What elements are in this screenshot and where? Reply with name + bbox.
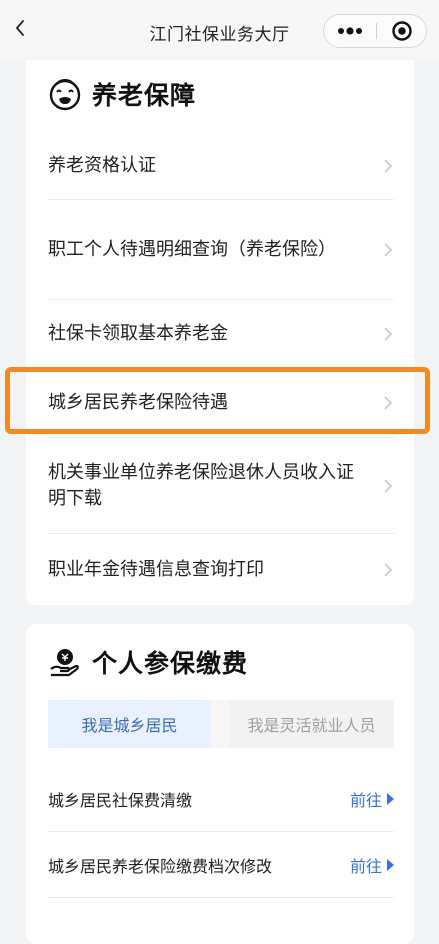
- payment-card: 个人参保缴费 我是城乡居民 我是灵活就业人员 城乡居民社保费清缴 前往 城乡居民…: [26, 624, 414, 944]
- menu-item-social-card-pension[interactable]: 社保卡领取基本养老金: [48, 300, 394, 368]
- chevron-right-icon: [384, 158, 393, 173]
- menu-item-label: 社保卡领取基本养老金: [48, 322, 228, 344]
- triangle-right-icon: [387, 858, 394, 871]
- payment-section-title: 个人参保缴费: [92, 649, 249, 678]
- go-link-label: 前往: [349, 856, 382, 876]
- menu-item-retiree-income-certificate[interactable]: 机关事业单位养老保险退休人员收入证明下载: [48, 438, 394, 534]
- hand-coin-icon: [50, 649, 79, 677]
- go-link[interactable]: 前往: [350, 853, 394, 877]
- chevron-right-icon: [384, 326, 393, 341]
- menu-item-label: 职业年金待遇信息查询打印: [48, 559, 264, 580]
- more-button[interactable]: [324, 15, 376, 47]
- menu-item-label: 职工个人待遇明细查询（养老保险）: [48, 238, 336, 260]
- pay-row-contribution-level[interactable]: 城乡居民养老保险缴费档次修改 前往: [48, 832, 394, 898]
- triangle-right-icon: [387, 792, 394, 805]
- capsule-close-icon: [392, 21, 412, 41]
- tab-flexible-employee[interactable]: 我是灵活就业人员: [229, 700, 394, 748]
- payment-section-header: 个人参保缴费: [48, 642, 248, 682]
- menu-item-label: 养老资格认证: [48, 154, 156, 176]
- pay-row-label: 城乡居民社保费清缴: [48, 790, 193, 810]
- pension-section-title: 养老保障: [92, 81, 197, 110]
- pension-section-header: 养老保障: [48, 74, 196, 114]
- elder-face-icon: [49, 79, 81, 111]
- mini-program-capsule: [323, 14, 427, 48]
- chevron-right-icon: [384, 242, 393, 257]
- chevron-right-icon: [384, 563, 393, 577]
- resident-type-tabs: 我是城乡居民 我是灵活就业人员: [48, 700, 394, 748]
- menu-item-pension-qualification[interactable]: 养老资格认证: [48, 132, 394, 200]
- highlight-frame: [5, 367, 430, 434]
- close-button[interactable]: [377, 15, 427, 47]
- go-link[interactable]: 前往: [350, 787, 394, 811]
- more-dots-icon: [338, 27, 362, 35]
- tab-urban-rural-resident[interactable]: 我是城乡居民: [48, 700, 211, 748]
- menu-item-label: 机关事业单位养老保险退休人员收入证明下载: [48, 461, 354, 509]
- pension-card: 养老保障 养老资格认证 职工个人待遇明细查询（养老保险） 社保卡领取基本养老金 …: [26, 60, 414, 605]
- pay-row-fee-settlement[interactable]: 城乡居民社保费清缴 前往: [48, 766, 394, 832]
- menu-item-annuity-query-print[interactable]: 职业年金待遇信息查询打印: [48, 534, 394, 606]
- go-link-label: 前往: [349, 790, 382, 810]
- top-nav-bar: 江门社保业务大厅: [0, 0, 439, 58]
- chevron-right-icon: [384, 478, 393, 493]
- menu-item-employee-benefit-query[interactable]: 职工个人待遇明细查询（养老保险）: [48, 200, 394, 300]
- pay-row-label: 城乡居民养老保险缴费档次修改: [48, 856, 273, 876]
